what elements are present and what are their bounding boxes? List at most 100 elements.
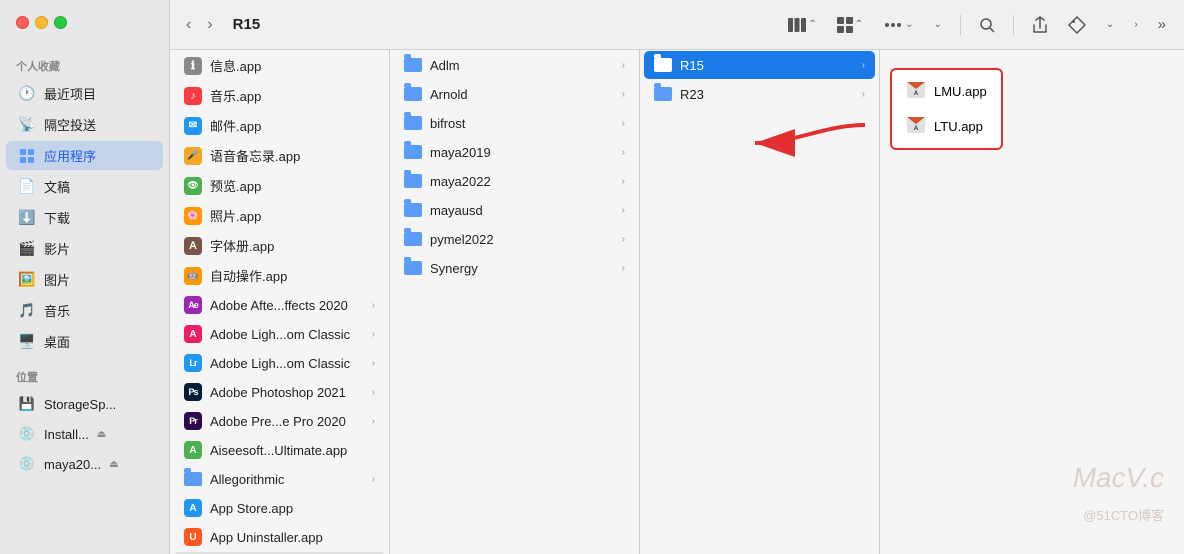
list-item[interactable]: maya2019 ›	[394, 138, 635, 166]
forward-button[interactable]: ›	[203, 12, 216, 38]
list-item[interactable]: U App Uninstaller.app	[174, 523, 385, 551]
list-item[interactable]: maya2022 ›	[394, 167, 635, 195]
column-2: Adlm › Arnold › bifrost ›	[390, 50, 640, 554]
location-item-storagesp[interactable]: 💾 StorageSp...	[6, 390, 163, 418]
grid-view-button[interactable]: ⌃	[831, 13, 869, 37]
list-item[interactable]: Ae Adobe Afte...ffects 2020 ›	[174, 291, 385, 319]
share-button[interactable]	[1026, 12, 1054, 38]
column-view-button[interactable]: ⌃	[782, 14, 822, 36]
list-item[interactable]: ✉ 邮件.app	[174, 111, 385, 140]
list-item[interactable]: pymel2022 ›	[394, 225, 635, 253]
list-item[interactable]: ♪ 音乐.app	[174, 81, 385, 110]
chevron-icon: ›	[622, 263, 625, 274]
watermark2: @51CTO博客	[1083, 505, 1164, 524]
location-section-label: 位置	[0, 357, 169, 389]
item-label: Adobe Photoshop 2021	[210, 385, 364, 400]
search-button[interactable]	[973, 13, 1001, 37]
list-item[interactable]: bifrost ›	[394, 109, 635, 137]
fontbook-icon: A	[184, 237, 202, 255]
movies-icon: 🎬	[18, 240, 36, 258]
list-item[interactable]: Allegorithmic ›	[174, 465, 385, 493]
location-item-maya20[interactable]: 💿 maya20... ⏏	[6, 450, 163, 478]
eject-icon2: ⏏	[109, 459, 118, 470]
more-button[interactable]: »	[1152, 12, 1172, 37]
watermark: MacV.c	[1073, 462, 1164, 494]
sidebar-airdrop-label: 隔空投送	[44, 115, 96, 134]
item-label: pymel2022	[430, 232, 614, 247]
list-item-r15[interactable]: R15 ›	[644, 51, 875, 79]
ltu-label: LTU.app	[934, 119, 987, 134]
list-item[interactable]: 🌸 照片.app	[174, 201, 385, 230]
column-4: A LMU.app A LTU.app	[880, 50, 1184, 554]
item-label: Adobe Ligh...om Classic	[210, 327, 364, 342]
airdrop-icon: 📡	[18, 116, 36, 134]
column-1: ℹ 信息.app ♪ 音乐.app ✉ 邮件.app 🎤 语音备	[170, 50, 390, 554]
sidebar-item-recents[interactable]: 🕐 最近项目	[6, 79, 163, 108]
item-label: bifrost	[430, 116, 614, 131]
back-button[interactable]: ‹	[182, 12, 195, 38]
photos-icon: 🌸	[184, 207, 202, 225]
sidebar-documents-label: 文稿	[44, 177, 70, 196]
item-label: maya2022	[430, 174, 614, 189]
sidebar-item-documents[interactable]: 📄 文稿	[6, 172, 163, 201]
list-item[interactable]: A Adobe Ligh...om Classic ›	[174, 320, 385, 348]
desktop-icon: 🖥️	[18, 333, 36, 351]
chevron-icon: ›	[372, 474, 375, 485]
music-icon: 🎵	[18, 302, 36, 320]
item-label: 语音备忘录.app	[210, 146, 375, 165]
sidebar-item-pictures[interactable]: 🖼️ 图片	[6, 265, 163, 294]
list-item[interactable]: Ps Adobe Photoshop 2021 ›	[174, 378, 385, 406]
minimize-button[interactable]	[35, 16, 48, 29]
chevron-right-button[interactable]: ›	[1128, 15, 1143, 34]
close-button[interactable]	[16, 16, 29, 29]
list-item-ltu[interactable]: A LTU.app	[898, 111, 995, 142]
maya2019-folder-icon	[404, 143, 422, 161]
chevron-icon: ›	[622, 118, 625, 129]
maya2022-folder-icon	[404, 172, 422, 190]
list-item[interactable]: Lr Adobe Ligh...om Classic ›	[174, 349, 385, 377]
list-item[interactable]: Synergy ›	[394, 254, 635, 282]
chevron-icon: ›	[622, 234, 625, 245]
list-item[interactable]: A App Store.app	[174, 494, 385, 522]
tag-button[interactable]	[1062, 12, 1092, 38]
chevron-icon: ›	[372, 358, 375, 369]
sidebar-item-music[interactable]: 🎵 音乐	[6, 296, 163, 325]
chevron-icon: ›	[622, 147, 625, 158]
synergy-folder-icon	[404, 259, 422, 277]
pictures-icon: 🖼️	[18, 271, 36, 289]
sort-button[interactable]: ⌄	[928, 15, 948, 34]
sidebar-item-airdrop[interactable]: 📡 隔空投送	[6, 110, 163, 139]
list-item-r23[interactable]: R23 ›	[644, 80, 875, 108]
sidebar-item-applications[interactable]: 应用程序	[6, 141, 163, 170]
sidebar-applications-label: 应用程序	[44, 146, 96, 165]
list-item[interactable]: 👁 预览.app	[174, 171, 385, 200]
list-item-lmu[interactable]: A LMU.app	[898, 76, 995, 107]
mail-icon: ✉	[184, 117, 202, 135]
location-item-install[interactable]: 💿 Install... ⏏	[6, 420, 163, 448]
list-item[interactable]: 🤖 自动操作.app	[174, 261, 385, 290]
chevron-down-button[interactable]: ⌄	[1100, 15, 1120, 34]
list-item[interactable]: mayausd ›	[394, 196, 635, 224]
sidebar-desktop-label: 桌面	[44, 332, 70, 351]
list-item[interactable]: A Aiseesoft...Ultimate.app	[174, 436, 385, 464]
sidebar-item-movies[interactable]: 🎬 影片	[6, 234, 163, 263]
app-uninstaller-icon: U	[184, 528, 202, 546]
maximize-button[interactable]	[54, 16, 67, 29]
sidebar-item-downloads[interactable]: ⬇️ 下载	[6, 203, 163, 232]
chevron-icon: ›	[622, 60, 625, 71]
chevron-icon: ›	[622, 176, 625, 187]
list-item[interactable]: ℹ 信息.app	[174, 51, 385, 80]
chevron-icon: ›	[862, 89, 865, 100]
svg-text:A: A	[914, 91, 919, 97]
list-item[interactable]: A 字体册.app	[174, 231, 385, 260]
list-item[interactable]: 🎤 语音备忘录.app	[174, 141, 385, 170]
premiere-icon: Pr	[184, 412, 202, 430]
list-item[interactable]: Pr Adobe Pre...e Pro 2020 ›	[174, 407, 385, 435]
item-label: maya2019	[430, 145, 614, 160]
list-item[interactable]: Adlm ›	[394, 51, 635, 79]
sidebar-item-desktop[interactable]: 🖥️ 桌面	[6, 327, 163, 356]
item-label: 字体册.app	[210, 236, 375, 255]
item-label: Aiseesoft...Ultimate.app	[210, 443, 375, 458]
actions-button[interactable]: ⌄	[877, 11, 919, 39]
list-item[interactable]: Arnold ›	[394, 80, 635, 108]
